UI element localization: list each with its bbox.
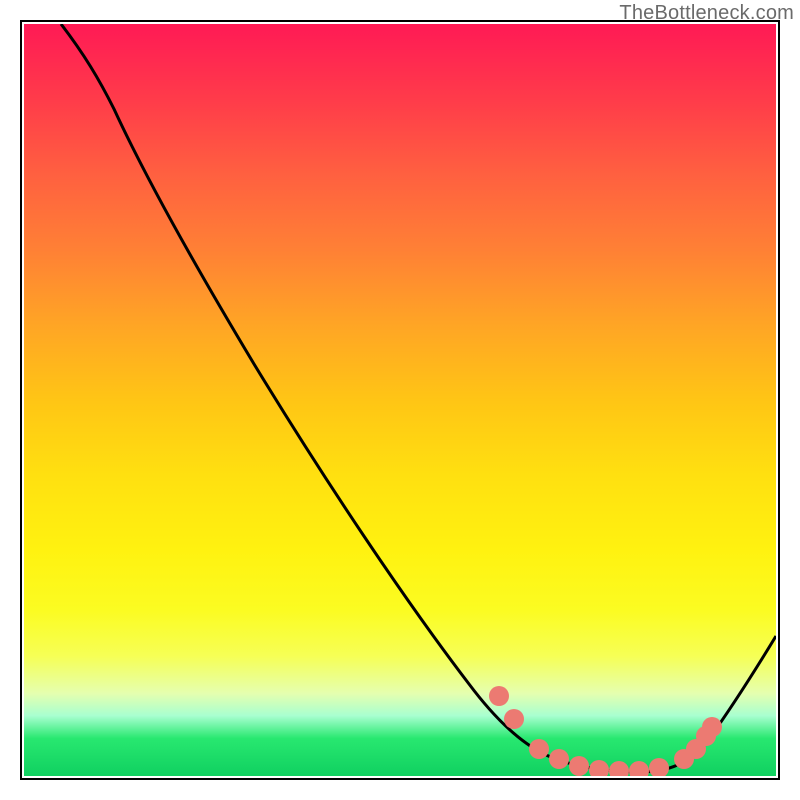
chart-container: TheBottleneck.com [0, 0, 800, 800]
watermark-text: TheBottleneck.com [619, 2, 794, 25]
bottleneck-curve [61, 24, 776, 772]
curve-markers [489, 686, 722, 776]
plot-area [24, 24, 776, 776]
chart-svg [24, 24, 776, 776]
